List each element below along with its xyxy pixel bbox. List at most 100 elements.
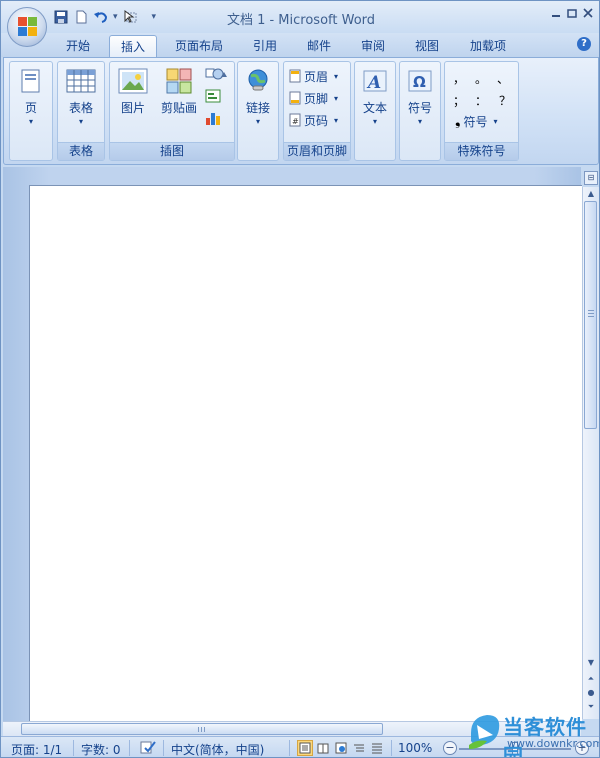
minimize-icon[interactable] [549, 5, 563, 21]
header-dropdown-icon: ▾ [334, 71, 339, 81]
group-special-symbols-label: 特殊符号 [445, 142, 518, 160]
page-number-dropdown-icon: ▾ [334, 115, 339, 125]
picture-label: 图片 [120, 101, 145, 115]
draft-view-icon[interactable] [369, 740, 385, 756]
title-bar: ▾ ▾ 文档 1 - Microsoft Word [1, 1, 599, 33]
footer-dropdown-icon: ▾ [334, 93, 339, 103]
shapes-icon[interactable] [204, 66, 230, 85]
ribbon-insert: 页 ▾ 表格 ▾ 表格 图片 剪贴画 插图 链接 ▾ 页眉 ▾ 页脚 ▾ # 页… [3, 57, 599, 165]
footer-label: 页脚 [304, 91, 329, 106]
language-indicator[interactable]: 中文(简体，中国) [171, 741, 264, 757]
pages-button[interactable]: 页 ▾ [11, 66, 51, 126]
horizontal-scroll-thumb[interactable] [21, 723, 383, 735]
tab-insert[interactable]: 插入 [109, 35, 157, 57]
watermark-en-text: www.downkr.com [507, 737, 600, 750]
previous-page-icon[interactable]: ⏶ [585, 673, 597, 685]
picture-button[interactable]: 图片 [113, 66, 153, 116]
footer-button[interactable]: 页脚 ▾ [289, 89, 338, 107]
scroll-down-icon[interactable]: ▼ [585, 657, 597, 669]
close-icon[interactable] [581, 5, 595, 21]
status-separator [73, 740, 74, 756]
links-label: 链接 [245, 101, 270, 115]
special-char-semicolon[interactable]: ； [453, 92, 465, 109]
group-pages: 页 ▾ [9, 61, 53, 161]
tab-view[interactable]: 视图 [405, 35, 449, 57]
clipart-icon [163, 66, 195, 96]
zoom-out-icon[interactable]: − [443, 741, 457, 755]
print-layout-view-icon[interactable] [297, 740, 313, 756]
document-page[interactable] [29, 185, 582, 722]
symbols-label: 符号 [407, 101, 432, 115]
select-browse-object-icon[interactable]: ● [585, 687, 597, 699]
restore-icon[interactable] [565, 5, 579, 21]
special-char-question[interactable]: ？ [499, 92, 511, 109]
window-controls [549, 5, 595, 21]
table-button[interactable]: 表格 ▾ [61, 66, 101, 126]
special-char-enum-comma[interactable]: 、 [497, 70, 509, 87]
svg-text:Ω: Ω [413, 73, 426, 91]
office-button[interactable] [7, 7, 47, 47]
tab-mailings[interactable]: 邮件 [297, 35, 341, 57]
tab-references[interactable]: 引用 [243, 35, 287, 57]
table-label: 表格 [68, 101, 93, 115]
special-char-colon[interactable]: ： [475, 92, 487, 109]
site-watermark: 当客软件园 www.downkr.com [467, 709, 599, 757]
clipart-label: 剪贴画 [160, 101, 197, 115]
header-button[interactable]: 页眉 ▾ [289, 67, 338, 85]
footer-icon [289, 91, 301, 105]
special-symbol-button[interactable]: ❟ 符号 ▾ [455, 112, 498, 130]
outline-view-icon[interactable] [351, 740, 367, 756]
view-buttons [297, 740, 385, 756]
symbols-dropdown-icon: ▾ [417, 117, 422, 126]
ribbon-tabs: 开始 插入 页面布局 引用 邮件 审阅 视图 加载项 [1, 33, 599, 57]
vertical-scrollbar[interactable]: ▲ ▼ ⏶ ● ⏷ [582, 187, 599, 719]
special-char-comma[interactable]: ， [453, 70, 465, 87]
links-button[interactable]: 链接 ▾ [238, 66, 278, 126]
status-separator [163, 740, 164, 756]
text-button[interactable]: A 文本 ▾ [355, 66, 395, 126]
tab-home[interactable]: 开始 [57, 35, 99, 57]
office-logo-icon [18, 17, 38, 37]
ruler-toggle-icon[interactable]: ⊟ [584, 171, 598, 185]
text-a-icon: A [359, 66, 391, 96]
group-links: 链接 ▾ [237, 61, 279, 161]
group-illustrations: 图片 剪贴画 插图 [109, 61, 235, 161]
page-number-button[interactable]: # 页码 ▾ [289, 111, 338, 129]
status-separator [289, 740, 290, 756]
web-layout-view-icon[interactable] [333, 740, 349, 756]
smartart-icon[interactable] [204, 88, 222, 107]
vertical-scroll-thumb[interactable] [584, 201, 597, 429]
proofing-icon[interactable] [139, 739, 157, 757]
group-text: A 文本 ▾ [354, 61, 396, 161]
special-char-period[interactable]: 。 [475, 70, 487, 87]
svg-text:#: # [292, 117, 299, 126]
table-icon [65, 66, 97, 96]
word-count[interactable]: 字数: 0 [81, 741, 121, 757]
watermark-logo-icon [469, 715, 500, 749]
full-screen-reading-view-icon[interactable] [315, 740, 331, 756]
tab-review[interactable]: 审阅 [351, 35, 395, 57]
group-special-symbols: ， 。 、 ； ： ？ ❟ 符号 ▾ 特殊符号 [444, 61, 519, 161]
symbols-button[interactable]: Ω 符号 ▾ [400, 66, 440, 126]
window-title: 文档 1 - Microsoft Word [226, 13, 376, 28]
group-symbols: Ω 符号 ▾ [399, 61, 441, 161]
text-dropdown-icon: ▾ [372, 117, 377, 126]
document-area [3, 167, 582, 722]
text-label: 文本 [362, 101, 387, 115]
zoom-level[interactable]: 100% [398, 741, 432, 755]
scroll-up-icon[interactable]: ▲ [585, 188, 597, 200]
status-separator [129, 740, 130, 756]
pages-label: 页 [24, 101, 37, 115]
page-count[interactable]: 页面: 1/1 [11, 741, 62, 757]
help-icon[interactable]: ? [577, 37, 591, 51]
clipart-button[interactable]: 剪贴画 [158, 66, 200, 116]
tab-addins[interactable]: 加载项 [459, 35, 517, 57]
svg-text:A: A [366, 73, 381, 93]
group-header-footer-label: 页眉和页脚 [284, 142, 350, 160]
word-window: ▾ ▾ 文档 1 - Microsoft Word 开始 插入 页面布局 引用 … [0, 0, 600, 758]
table-dropdown-icon: ▾ [78, 117, 83, 126]
links-dropdown-icon: ▾ [255, 117, 260, 126]
page-number-icon: # [289, 113, 301, 127]
chart-icon[interactable] [204, 110, 222, 129]
tab-page-layout[interactable]: 页面布局 [167, 35, 231, 57]
